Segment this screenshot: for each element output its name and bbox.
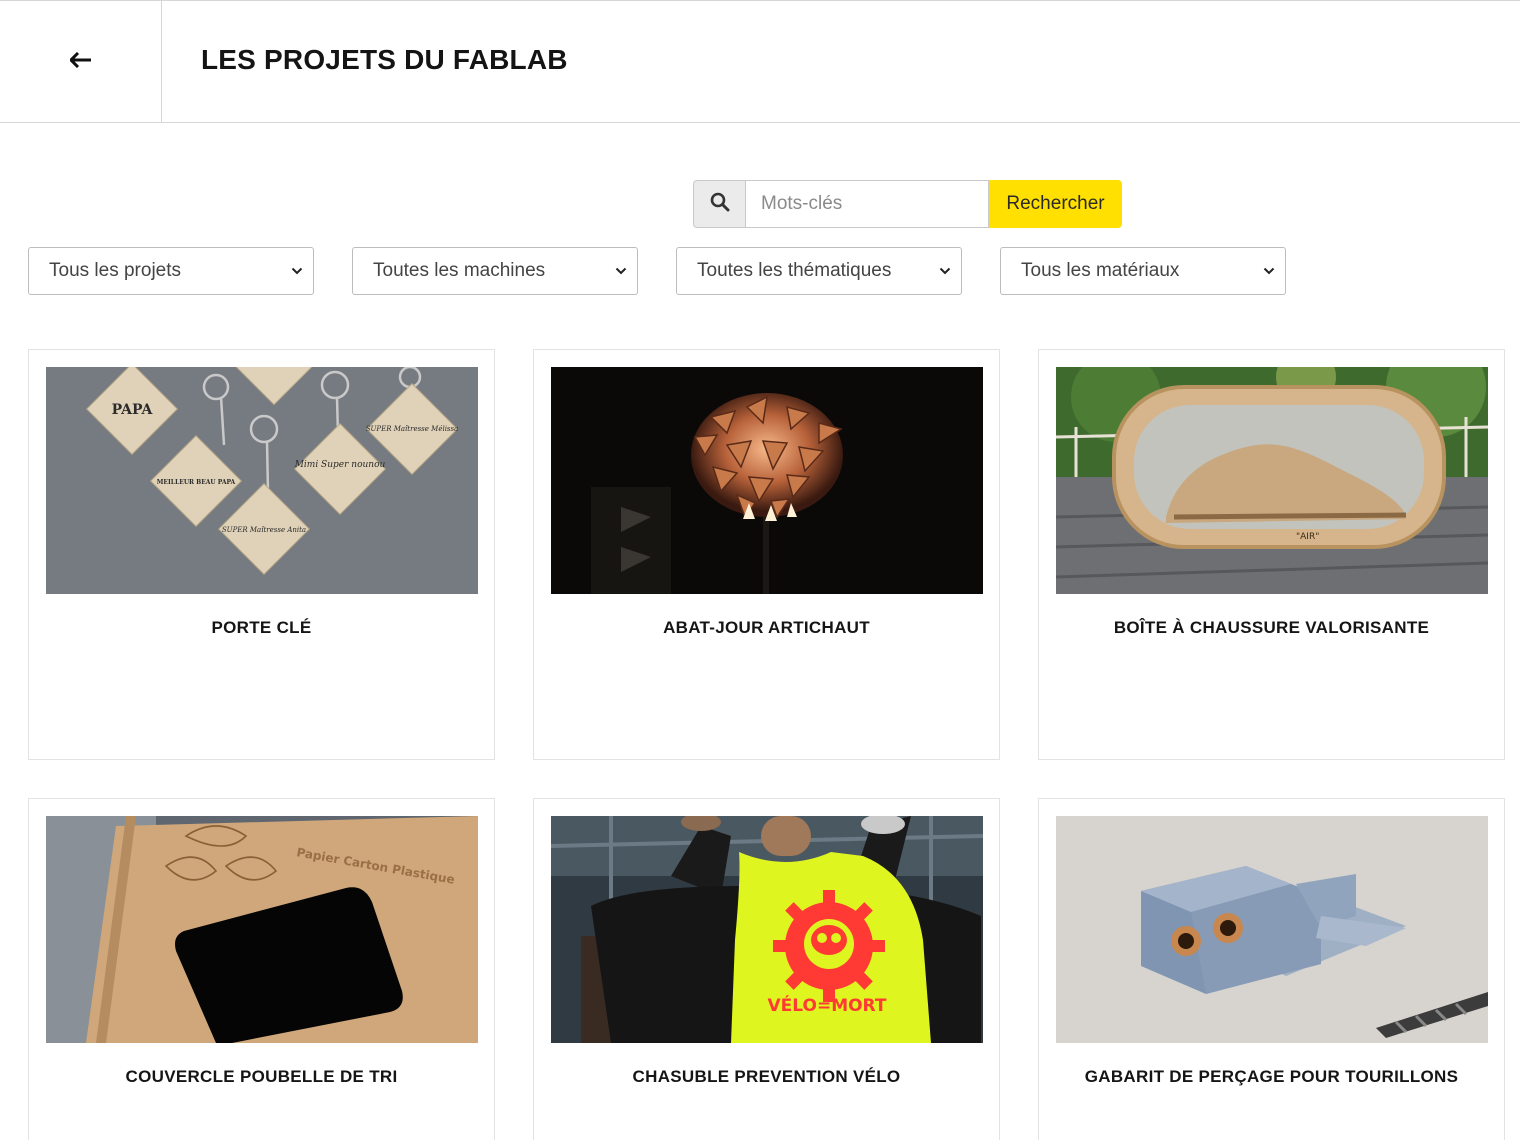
select-value: Tous les projets xyxy=(49,260,182,281)
project-image-safety-vest[interactable]: VÉLO=MORT xyxy=(551,816,983,1043)
project-image-bin-lid[interactable]: Papier Carton Plastique xyxy=(46,816,478,1043)
search-icon xyxy=(710,192,730,217)
project-title[interactable]: CHASUBLE PREVENTION VÉLO xyxy=(534,1067,999,1087)
project-title[interactable]: BOÎTE À CHAUSSURE VALORISANTE xyxy=(1039,618,1504,638)
box-label: "AIR" xyxy=(1296,532,1319,542)
keychain-text: PAPA xyxy=(112,402,154,418)
keychain-text: SUPER Maîtresse Mélissa xyxy=(366,425,459,433)
project-card[interactable]: ABAT-JOUR ARTICHAUT xyxy=(533,349,1000,760)
theme-select[interactable]: Toutes les thématiques xyxy=(676,247,962,295)
page-title: LES PROJETS DU FABLAB xyxy=(201,44,568,75)
chevron-down-icon xyxy=(615,267,627,275)
project-title[interactable]: ABAT-JOUR ARTICHAUT xyxy=(534,618,999,638)
project-card[interactable]: Papier Carton Plastique COUVERCLE POUBEL… xyxy=(28,798,495,1140)
keychain-text: Mimi Super nounou xyxy=(294,460,386,470)
project-title[interactable]: PORTE CLÉ xyxy=(29,618,494,638)
machine-select[interactable]: Toutes les machines xyxy=(352,247,638,295)
filters-row: Tous les projets Toutes les machines Tou… xyxy=(0,247,1520,295)
project-card[interactable]: PAPA Mimi Super nounou SUPER Maîtresse M… xyxy=(28,349,495,760)
project-image-keychains[interactable]: PAPA Mimi Super nounou SUPER Maîtresse M… xyxy=(46,367,478,594)
project-image-drill-jig[interactable] xyxy=(1056,816,1488,1043)
search-addon xyxy=(693,180,745,228)
project-card[interactable]: GABARIT DE PERÇAGE POUR TOURILLONS xyxy=(1038,798,1505,1140)
keychain-text: MEILLEUR BEAU PAPA xyxy=(157,479,236,486)
select-value: Toutes les machines xyxy=(373,260,546,281)
project-title[interactable]: GABARIT DE PERÇAGE POUR TOURILLONS xyxy=(1039,1067,1504,1087)
project-card[interactable]: "AIR" BOÎTE À CHAUSSURE VALORISANTE xyxy=(1038,349,1505,760)
chevron-down-icon xyxy=(939,267,951,275)
project-image-shoebox[interactable]: "AIR" xyxy=(1056,367,1488,594)
chevron-down-icon xyxy=(291,267,303,275)
project-card[interactable]: VÉLO=MORT CHASUBLE PREVENTION VÉLO xyxy=(533,798,1000,1140)
vest-text: VÉLO=MORT xyxy=(768,994,887,1016)
select-value: Tous les matériaux xyxy=(1021,260,1180,281)
search-group: Rechercher xyxy=(693,180,1122,228)
arrow-left-icon xyxy=(68,51,92,73)
select-value: Toutes les thématiques xyxy=(697,260,892,281)
keychain-text: SUPER Maîtresse Anita xyxy=(222,526,306,534)
search-button[interactable]: Rechercher xyxy=(989,180,1122,228)
search-input[interactable] xyxy=(745,180,989,228)
top-bar: LES PROJETS DU FABLAB xyxy=(0,0,1520,123)
back-button[interactable] xyxy=(0,1,162,123)
project-title[interactable]: COUVERCLE POUBELLE DE TRI xyxy=(29,1067,494,1087)
material-select[interactable]: Tous les matériaux xyxy=(1000,247,1286,295)
chevron-down-icon xyxy=(1263,267,1275,275)
project-type-select[interactable]: Tous les projets xyxy=(28,247,314,295)
project-image-lampshade[interactable] xyxy=(551,367,983,594)
